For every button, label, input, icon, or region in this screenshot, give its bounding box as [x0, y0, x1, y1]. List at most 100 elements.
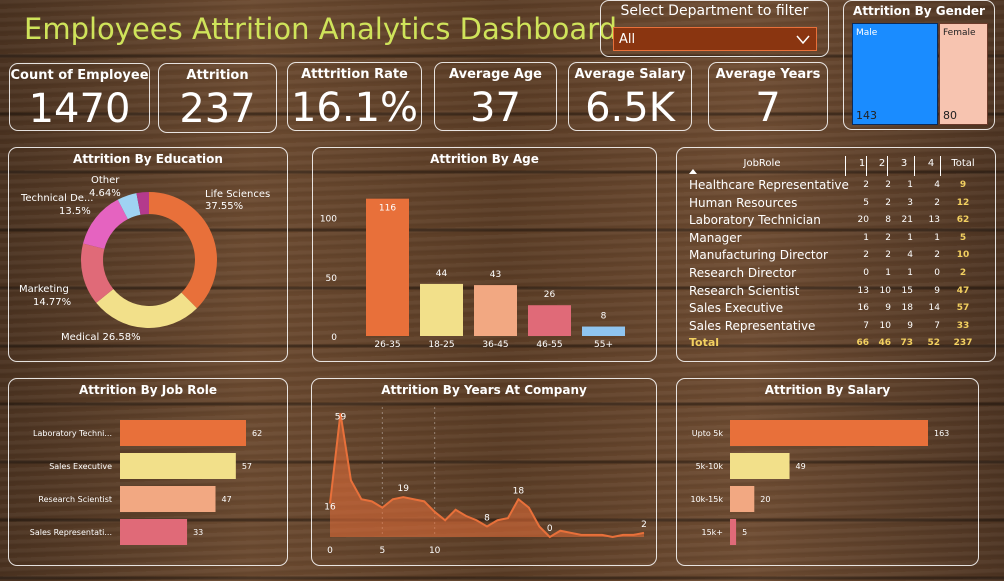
age-title: Attrition By Age — [430, 152, 539, 166]
donut-slice[interactable] — [96, 289, 197, 328]
education-panel: Attrition By Education Life Sciences 37.5… — [8, 147, 288, 362]
table-cell: 7 — [863, 320, 869, 331]
kpi-average-years: Average Years 7 — [708, 62, 828, 131]
table-row-label: Sales Executive — [689, 301, 784, 316]
sort-up-icon[interactable] — [689, 169, 697, 174]
bar-value-label: 57 — [242, 462, 252, 471]
gender-male-block[interactable]: Male 143 — [852, 23, 938, 125]
bar-value-label: 47 — [222, 495, 232, 504]
department-select[interactable]: All — [613, 27, 817, 51]
jobrole-table-panel: JobRole 1 2 3 4 Total Healthcare Representativ… — [676, 147, 996, 362]
slice-label: Medical 26.58% — [61, 332, 141, 343]
table-cell: 13 — [928, 215, 940, 226]
female-value: 80 — [943, 109, 957, 122]
education-donut-chart: Life Sciences37.55% Medical 26.58% Marketi… — [19, 175, 270, 343]
dashboard-title: Employees Attrition Analytics Dashboard — [24, 12, 618, 46]
table-column-divider — [845, 156, 846, 176]
chevron-down-icon — [796, 35, 810, 45]
point-value-label: 19 — [398, 484, 410, 494]
kpi-label: Average Age — [449, 67, 542, 82]
kpi-label: Count of Employee — [10, 68, 149, 83]
bar-value-label: 5 — [742, 528, 747, 537]
education-title: Attrition By Education — [73, 152, 223, 166]
kpi-value: 7 — [755, 85, 781, 131]
y-tick-label: 50 — [326, 274, 338, 284]
table-cell: 2 — [885, 180, 891, 190]
bar[interactable] — [730, 420, 928, 446]
kpi-label: Average Years — [715, 67, 821, 82]
slice-percent: 37.55% — [205, 201, 243, 212]
years-title: Attrition By Years At Company — [381, 383, 587, 397]
table-header-cell: 4 — [927, 158, 935, 169]
category-label: Sales Executive — [49, 462, 112, 471]
bar[interactable] — [120, 519, 188, 545]
table-column-divider — [914, 156, 915, 176]
kpi-value: 1470 — [28, 86, 131, 132]
bar[interactable] — [120, 453, 236, 479]
table-total-cell: 46 — [878, 338, 891, 349]
table-total-cell: 2 — [959, 268, 967, 278]
table-cell: 2 — [885, 232, 891, 243]
kpi-label: Average Salary — [574, 67, 686, 82]
table-cell: 2 — [934, 250, 940, 261]
slice-label: Marketing — [19, 284, 69, 295]
bar[interactable] — [730, 486, 755, 512]
bar[interactable] — [528, 305, 571, 336]
table-cell: 0 — [934, 268, 940, 278]
bar[interactable] — [420, 283, 463, 336]
salary-panel: Attrition By Salary Upto 5k 163 5k-10k 49 10… — [676, 378, 979, 566]
point-value-label: 0 — [547, 524, 553, 534]
filter-label: Select Department to filter — [620, 3, 809, 19]
bar[interactable] — [120, 486, 216, 512]
bar-value-label: 33 — [193, 528, 203, 537]
table-cell: 3 — [907, 197, 913, 208]
table-row-label: Healthcare Representative — [689, 178, 849, 192]
table-row-label: Human Resources — [689, 195, 798, 210]
bar-value-label: 163 — [934, 429, 949, 438]
table-cell: 7 — [934, 320, 940, 331]
table-total-cell: 66 — [856, 338, 869, 349]
table-cell: 2 — [885, 250, 891, 261]
gender-female-block[interactable]: Female 80 — [939, 23, 988, 125]
table-total-cell: 10 — [956, 250, 970, 261]
slice-label: Life Sciences — [205, 189, 270, 200]
table-cell: 2 — [863, 250, 869, 261]
years-panel: Attrition By Years At Company 16 59 19 8 18 0… — [311, 378, 657, 566]
table-header-cell: 3 — [900, 158, 908, 169]
table-cell: 15 — [901, 285, 913, 296]
bar-value-label: 49 — [796, 462, 806, 471]
slice-percent: 4.64% — [89, 188, 121, 199]
bar[interactable] — [730, 453, 790, 479]
table-cell: 9 — [885, 303, 891, 314]
table-cell: 9 — [934, 285, 940, 296]
bar[interactable] — [120, 420, 246, 446]
slice-percent: 13.5% — [59, 206, 91, 217]
table-cell: 1 — [934, 232, 940, 243]
table-total-cell: 33 — [956, 320, 970, 331]
point-value-label: 8 — [484, 514, 490, 524]
slice-percent: 14.77% — [33, 297, 71, 308]
bar-value-label: 62 — [252, 429, 262, 438]
kpi-attrition-rate: Atttrition Rate 16.1% — [287, 62, 422, 131]
table-header-cell: JobRole — [743, 158, 781, 169]
table-header-cell: 2 — [878, 158, 886, 169]
table-row-label: Manufacturing Director — [689, 248, 828, 263]
bar[interactable] — [474, 285, 517, 336]
table-cell: 4 — [934, 180, 940, 190]
x-tick-label: 55+ — [594, 340, 613, 350]
category-label: 15k+ — [701, 528, 723, 537]
table-cell: 14 — [928, 303, 940, 314]
bar[interactable] — [730, 519, 737, 545]
slice-label: Other — [91, 175, 120, 186]
table-cell: 9 — [907, 320, 913, 331]
point-value-label: 59 — [335, 412, 347, 422]
jobrole-title: Attrition By Job Role — [79, 383, 217, 397]
age-panel: Attrition By Age 0 50 100 116 26-35 44 18-25 43… — [312, 147, 657, 362]
table-column-divider — [866, 156, 867, 176]
bar[interactable] — [366, 198, 409, 336]
table-cell: 5 — [863, 197, 869, 208]
kpi-attrition: Attrition 237 — [158, 63, 277, 133]
table-row-label: Sales Representative — [689, 318, 816, 333]
category-label: Sales Representati... — [30, 528, 112, 537]
bar[interactable] — [582, 326, 625, 336]
